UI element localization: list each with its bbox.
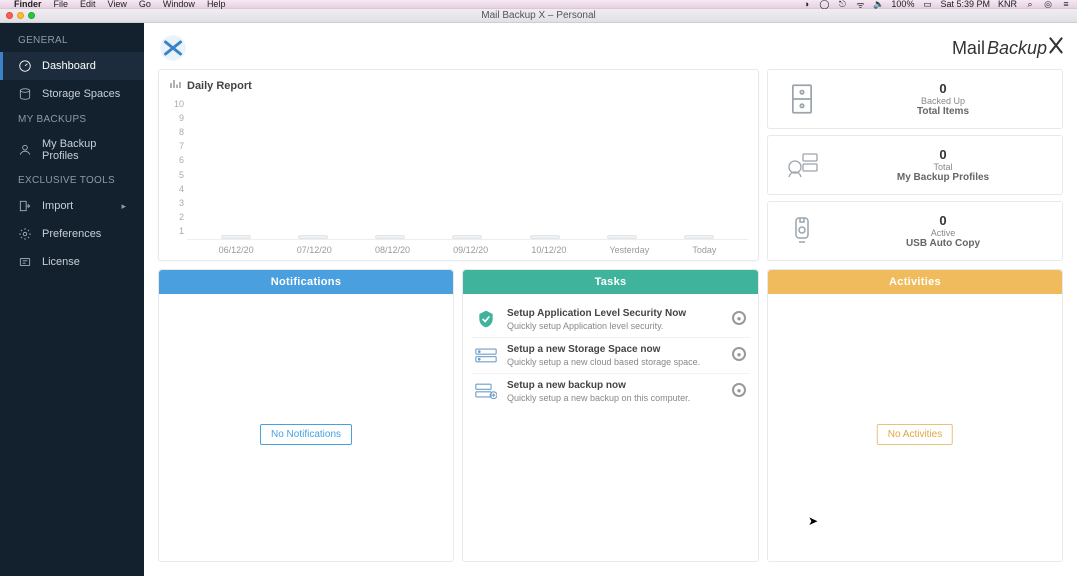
stat-card[interactable]: 0 Backed Up Total Items [767, 69, 1063, 129]
menubar-user[interactable]: KNR [998, 0, 1017, 9]
sidebar-item-label: Storage Spaces [42, 88, 120, 100]
menu-help[interactable]: Help [207, 0, 226, 9]
bar [452, 235, 482, 239]
sidebar-item-license[interactable]: License [0, 248, 144, 276]
task-title: Setup a new backup now [507, 380, 722, 391]
window-controls [6, 12, 35, 19]
bar [221, 235, 251, 239]
task-icon [475, 308, 497, 330]
stat-value: 0 [838, 81, 1048, 96]
app-logo-icon [158, 33, 188, 63]
bar [298, 235, 328, 239]
brand-x-icon [1049, 37, 1063, 55]
task-go-button[interactable]: ● [732, 311, 746, 325]
x-axis: 06/12/2007/12/2008/12/2009/12/2010/12/20… [187, 245, 748, 255]
menu-edit[interactable]: Edit [80, 0, 96, 9]
window-title: Mail Backup X – Personal [0, 10, 1077, 21]
sidebar-item-storage[interactable]: Storage Spaces [0, 80, 144, 108]
task-title: Setup a new Storage Space now [507, 344, 722, 355]
sidebar-section-tools: EXCLUSIVE TOOLS [0, 169, 144, 192]
bar [530, 235, 560, 239]
menubar-app[interactable]: Finder [14, 0, 42, 9]
sidebar-section-backups: MY BACKUPS [0, 108, 144, 131]
zoom-window-button[interactable] [28, 12, 35, 19]
stat-value: 0 [838, 213, 1048, 228]
sidebar-item-dashboard[interactable]: Dashboard [0, 52, 144, 80]
sidebar-section-general: GENERAL [0, 29, 144, 52]
license-icon [18, 255, 32, 269]
task-title: Setup Application Level Security Now [507, 308, 722, 319]
content: MailBackup Daily Report 10987654321 [144, 23, 1077, 576]
stat-card[interactable]: 0 Active USB Auto Copy [767, 201, 1063, 261]
bar [607, 235, 637, 239]
stat-icon [782, 83, 822, 115]
stat-label: Backed Up [838, 96, 1048, 106]
no-activities-pill: No Activities [877, 424, 953, 445]
stat-sublabel: USB Auto Copy [838, 238, 1048, 249]
menu-view[interactable]: View [108, 0, 127, 9]
close-window-button[interactable] [6, 12, 13, 19]
sidebar-item-profiles[interactable]: My Backup Profiles [0, 131, 144, 169]
chart-plot: 06/12/2007/12/2008/12/2009/12/2010/12/20… [187, 97, 748, 240]
sidebar-item-label: Import [42, 200, 73, 212]
tasks-header: Tasks [463, 270, 758, 294]
task-item[interactable]: Setup a new Storage Space now Quickly se… [471, 337, 750, 373]
task-item[interactable]: Setup a new backup now Quickly setup a n… [471, 373, 750, 409]
gear-icon [18, 227, 32, 241]
sidebar-item-label: My Backup Profiles [42, 138, 126, 162]
window-titlebar: Mail Backup X – Personal [0, 9, 1077, 23]
sidebar-item-label: Dashboard [42, 60, 96, 72]
chart-icon [169, 78, 181, 93]
task-subtitle: Quickly setup a new cloud based storage … [507, 357, 722, 367]
import-icon [18, 199, 32, 213]
bar [375, 235, 405, 239]
task-icon [475, 344, 497, 366]
sidebar-item-label: Preferences [42, 228, 101, 240]
minimize-window-button[interactable] [17, 12, 24, 19]
notifications-header: Notifications [159, 270, 453, 294]
brand-text: MailBackup [952, 37, 1063, 59]
stat-sublabel: My Backup Profiles [838, 172, 1048, 183]
stats-column: 0 Backed Up Total Items 0 Total My Backu… [767, 69, 1063, 261]
sidebar-item-label: License [42, 256, 80, 268]
battery-percent: 100% [891, 0, 914, 9]
stat-label: Total [838, 162, 1048, 172]
activities-column: Activities No Activities [767, 269, 1063, 562]
stat-value: 0 [838, 147, 1048, 162]
mac-menubar: Finder File Edit View Go Window Help ◑ ◯… [0, 0, 1077, 9]
bar [684, 235, 714, 239]
sidebar: GENERAL Dashboard Storage Spaces MY BACK… [0, 23, 144, 576]
stat-label: Active [838, 228, 1048, 238]
notification-center-icon[interactable]: ≡ [1061, 0, 1071, 9]
menu-go[interactable]: Go [139, 0, 151, 9]
sidebar-item-import[interactable]: Import ▸ [0, 192, 144, 220]
gauge-icon [18, 59, 32, 73]
task-go-button[interactable]: ● [732, 347, 746, 361]
stat-sublabel: Total Items [838, 106, 1048, 117]
daily-report-title: Daily Report [187, 80, 252, 92]
disk-icon [18, 87, 32, 101]
y-axis: 10987654321 [169, 97, 187, 256]
stat-icon [782, 216, 822, 246]
tasks-column: Tasks Setup Application Level Security N… [462, 269, 759, 562]
status-icon[interactable]: ◑ [801, 0, 811, 9]
notifications-column: Notifications No Notifications [158, 269, 454, 562]
daily-report-card: Daily Report 10987654321 06/12/2007/12/2… [158, 69, 759, 261]
chevron-right-icon: ▸ [121, 201, 126, 212]
task-item[interactable]: Setup Application Level Security Now Qui… [471, 302, 750, 337]
task-subtitle: Quickly setup a new backup on this compu… [507, 393, 722, 403]
user-icon [18, 143, 32, 157]
no-notifications-pill: No Notifications [260, 424, 352, 445]
stat-card[interactable]: 0 Total My Backup Profiles [767, 135, 1063, 195]
activities-header: Activities [768, 270, 1062, 294]
menubar-clock[interactable]: Sat 5:39 PM [940, 0, 990, 9]
task-subtitle: Quickly setup Application level security… [507, 321, 722, 331]
stat-icon [782, 151, 822, 179]
menu-window[interactable]: Window [163, 0, 195, 9]
sidebar-item-preferences[interactable]: Preferences [0, 220, 144, 248]
task-icon [475, 380, 497, 402]
task-go-button[interactable]: ● [732, 383, 746, 397]
menu-file[interactable]: File [54, 0, 69, 9]
